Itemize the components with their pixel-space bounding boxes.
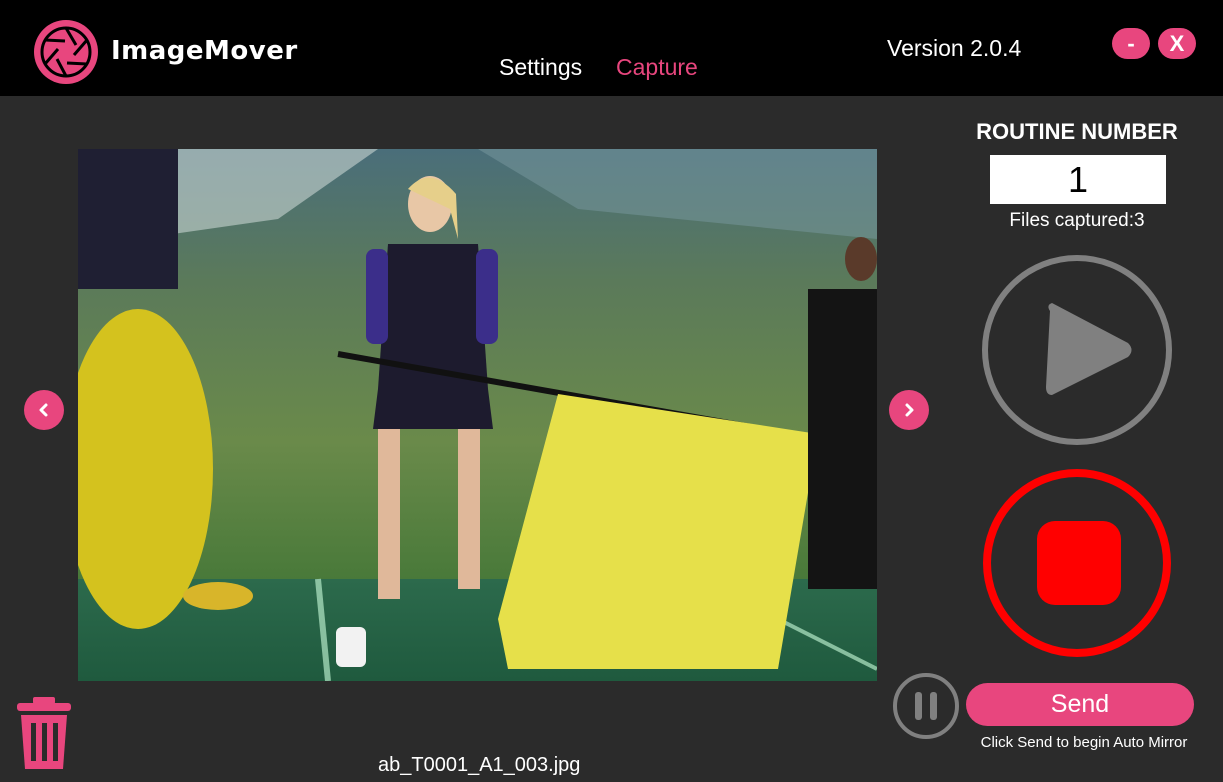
- close-button[interactable]: X: [1158, 28, 1196, 59]
- files-captured-label: Files captured:: [1009, 210, 1135, 231]
- routine-number-title: ROUTINE NUMBER: [976, 119, 1178, 144]
- trash-icon[interactable]: [15, 697, 73, 769]
- next-image-button[interactable]: [889, 390, 929, 430]
- pause-icon[interactable]: [892, 672, 960, 740]
- title-bar: ImageMover Settings Capture Version 2.0.…: [0, 0, 1223, 96]
- minimize-button[interactable]: -: [1112, 28, 1150, 59]
- files-captured-count: 3: [1134, 210, 1145, 231]
- photo-content: [78, 149, 877, 681]
- chevron-right-icon: [905, 403, 914, 417]
- tab-capture[interactable]: Capture: [616, 54, 698, 81]
- previous-image-button[interactable]: [24, 390, 64, 430]
- play-icon[interactable]: [980, 253, 1174, 447]
- image-preview: [78, 149, 877, 681]
- files-captured-status: Files captured:3: [966, 210, 1188, 232]
- image-filename: ab_T0001_A1_003.jpg: [378, 754, 581, 776]
- send-button[interactable]: Send: [966, 683, 1194, 726]
- record-stop-icon[interactable]: [983, 466, 1177, 660]
- chevron-left-icon: [39, 403, 48, 417]
- tab-settings[interactable]: Settings: [499, 54, 582, 81]
- app-title: ImageMover: [111, 36, 298, 66]
- send-hint: Click Send to begin Auto Mirror: [980, 734, 1188, 751]
- camera-shutter-icon: [34, 20, 98, 84]
- version-label: Version 2.0.4: [887, 35, 1022, 61]
- app-window: ImageMover Settings Capture Version 2.0.…: [0, 0, 1223, 782]
- routine-number-input[interactable]: [990, 155, 1166, 204]
